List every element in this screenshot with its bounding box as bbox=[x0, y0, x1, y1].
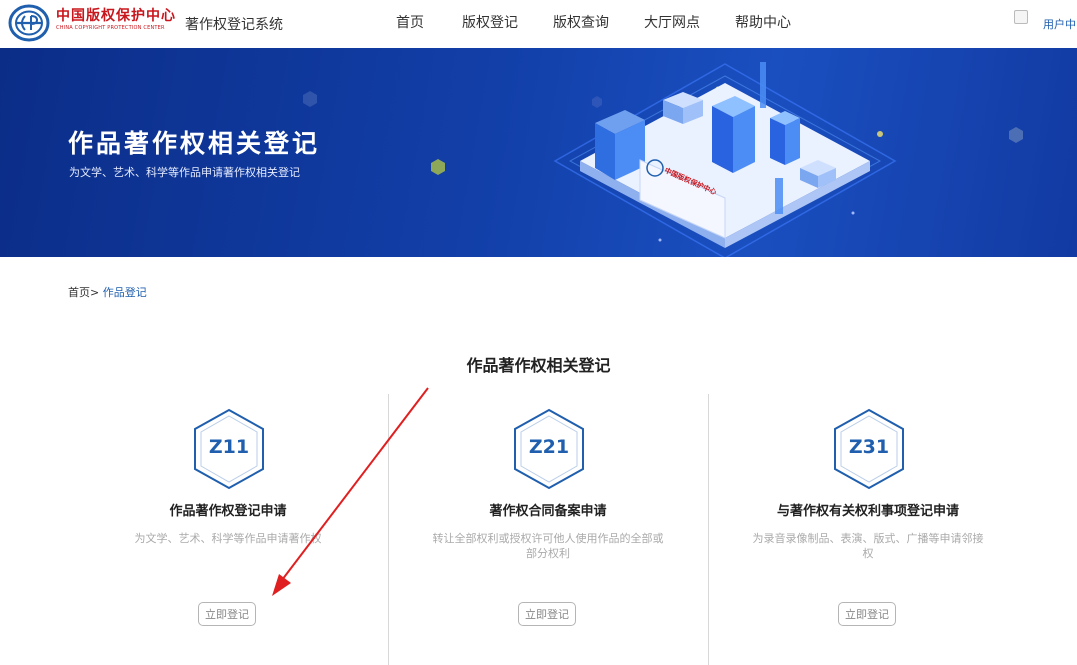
banner-subtitle: 为文学、艺术、科学等作品申请著作权相关登记 bbox=[69, 166, 300, 179]
registration-card-z21: Z21 著作权合同备案申请 转让全部权利或授权许可他人使用作品的全部或部分权利 … bbox=[388, 408, 708, 665]
logo-chinese-name: 中国版权保护中心 bbox=[56, 8, 176, 24]
nav-item-service-halls[interactable]: 大厅网点 bbox=[644, 12, 700, 32]
ccpc-logo-icon[interactable] bbox=[8, 4, 50, 42]
registration-card-z11: Z11 作品著作权登记申请 为文学、艺术、科学等作品申请著作权 立即登记 bbox=[68, 408, 388, 665]
register-now-button[interactable]: 立即登记 bbox=[838, 602, 896, 626]
nav-item-copyright-registration[interactable]: 版权登记 bbox=[462, 12, 518, 32]
user-center[interactable]: 用户中 bbox=[1014, 10, 1077, 32]
hexagon-badge-icon bbox=[194, 408, 264, 490]
hexagon-badge-icon bbox=[834, 408, 904, 490]
card-title: 著作权合同备案申请 bbox=[489, 504, 607, 519]
hero-banner: 中国版权保护中心 作品著作权相关登记 为文学、艺术、科学等作品申请著作权相关登记 bbox=[0, 48, 1077, 257]
top-header: 中国版权保护中心 CHINA COPYRIGHT PROTECTION CENT… bbox=[0, 0, 1077, 48]
registration-card-z31: Z31 与著作权有关权利事项登记申请 为录音录像制品、表演、版式、广播等申请邻接… bbox=[708, 408, 1028, 665]
register-now-button[interactable]: 立即登记 bbox=[518, 602, 576, 626]
breadcrumb-current: 作品登记 bbox=[102, 286, 147, 299]
card-title: 与著作权有关权利事项登记申请 bbox=[776, 504, 959, 519]
nav-item-copyright-query[interactable]: 版权查询 bbox=[553, 12, 609, 32]
section-title: 作品著作权相关登记 bbox=[466, 356, 611, 375]
card-description: 为录音录像制品、表演、版式、广播等申请邻接权 bbox=[752, 532, 984, 560]
logo-english-name: CHINA COPYRIGHT PROTECTION CENTER bbox=[56, 25, 165, 31]
card-description: 转让全部权利或授权许可他人使用作品的全部或部分权利 bbox=[432, 532, 664, 560]
breadcrumb-home-link[interactable]: 首页 bbox=[68, 286, 90, 299]
logo-wordmark: 中国版权保护中心 CHINA COPYRIGHT PROTECTION CENT… bbox=[56, 8, 176, 33]
broken-image-icon bbox=[1014, 10, 1028, 24]
nav-item-home[interactable]: 首页 bbox=[396, 12, 424, 32]
user-center-label: 用户中 bbox=[1043, 18, 1076, 31]
system-name: 著作权登记系统 bbox=[185, 17, 283, 33]
breadcrumb: 首页> 作品登记 bbox=[68, 284, 147, 300]
hexagon-badge-icon bbox=[514, 408, 584, 490]
breadcrumb-separator: > bbox=[90, 286, 100, 299]
nav-item-help-center[interactable]: 帮助中心 bbox=[735, 12, 791, 32]
card-title: 作品著作权登记申请 bbox=[169, 504, 287, 519]
card-description: 为文学、艺术、科学等作品申请著作权 bbox=[134, 532, 322, 545]
register-now-button[interactable]: 立即登记 bbox=[198, 602, 256, 626]
banner-title: 作品著作权相关登记 bbox=[68, 129, 321, 158]
